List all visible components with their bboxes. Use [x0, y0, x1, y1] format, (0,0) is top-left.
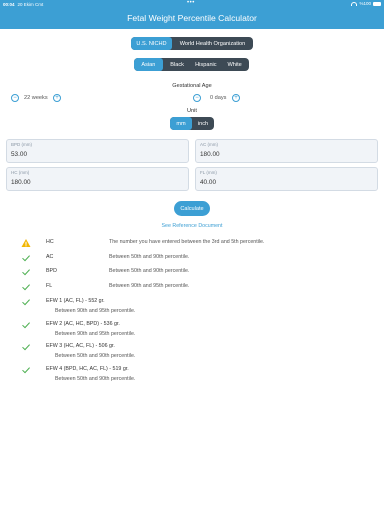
- fl-field[interactable]: FL (mm) 40.00: [195, 167, 378, 191]
- result-description: Between 50th and 90th percentile.: [109, 254, 190, 260]
- weeks-decrement-button[interactable]: −: [11, 94, 19, 102]
- unit-segmented-control: mm inch: [170, 117, 214, 130]
- status-time: 00:04: [3, 1, 15, 7]
- result-name: EFW 1 (AC, FL) - 552 gr.: [46, 298, 105, 304]
- status-bar: 00:04 20 Ekim Cmt ••• %100: [0, 0, 384, 8]
- weeks-increment-button[interactable]: +: [53, 94, 61, 102]
- result-name: FL: [46, 283, 53, 289]
- ac-field[interactable]: AC (mm) 180.00: [195, 139, 378, 163]
- result-description: Between 50th and 90th percentile.: [55, 353, 136, 359]
- gestational-age-label: Gestational Age: [172, 83, 212, 89]
- ethnicity-segmented-control: Asian Black Hispanic White: [134, 58, 249, 71]
- app-title: Fetal Weight Percentile Calculator: [0, 8, 384, 29]
- bpd-field[interactable]: BPD (mm) 53.00: [6, 139, 189, 163]
- result-description: The number you have entered between the …: [109, 239, 265, 245]
- unit-label: Unit: [187, 108, 197, 114]
- tab-black[interactable]: Black: [163, 58, 192, 71]
- source-segmented-control: U.S. NICHD World Health Organization: [131, 37, 253, 50]
- tab-mm[interactable]: mm: [170, 117, 192, 130]
- status-date: 20 Ekim Cmt: [17, 1, 44, 7]
- result-name: EFW 4 (BPD, HC, AC, FL) - 519 gr.: [46, 366, 129, 372]
- hc-field-label: HC (mm): [11, 170, 30, 175]
- weeks-value: 22 weeks: [24, 95, 48, 101]
- days-value: 0 days: [210, 95, 227, 101]
- battery-icon: [373, 1, 381, 6]
- ac-field-label: AC (mm): [200, 142, 218, 147]
- tab-us-nichd[interactable]: U.S. NICHD: [131, 37, 172, 50]
- result-description: Between 90th and 95th percentile.: [109, 283, 190, 289]
- result-name: HC: [46, 239, 54, 245]
- check-icon: [22, 299, 30, 306]
- fl-field-label: FL (mm): [200, 170, 217, 175]
- result-name: EFW 3 (HC, AC, FL) - 506 gr.: [46, 343, 115, 349]
- reference-document-link[interactable]: See Reference Document: [0, 223, 384, 229]
- hc-field[interactable]: HC (mm) 180.00: [6, 167, 189, 191]
- result-description: Between 50th and 90th percentile.: [55, 376, 136, 382]
- tab-hispanic[interactable]: Hispanic: [192, 58, 221, 71]
- bpd-field-label: BPD (mm): [11, 142, 32, 147]
- result-description: Between 90th and 95th percentile.: [55, 308, 136, 314]
- fl-field-value: 40.00: [200, 179, 216, 186]
- battery-percent: %100: [359, 1, 371, 6]
- result-name: AC: [46, 254, 54, 260]
- warning-icon: [21, 239, 31, 247]
- check-icon: [22, 367, 30, 374]
- multitasking-dots-icon: •••: [187, 0, 195, 6]
- check-icon: [22, 269, 30, 276]
- check-icon: [22, 322, 30, 329]
- days-decrement-button[interactable]: −: [193, 94, 201, 102]
- tab-who[interactable]: World Health Organization: [172, 37, 253, 50]
- bpd-field-value: 53.00: [11, 151, 27, 158]
- check-icon: [22, 284, 30, 291]
- calculate-button[interactable]: Calculate: [174, 201, 210, 216]
- result-name: EFW 2 (AC, HC, BPD) - 536 gr.: [46, 321, 120, 327]
- status-right: %100: [351, 1, 381, 6]
- wifi-icon: [351, 1, 358, 6]
- tab-inch[interactable]: inch: [192, 117, 214, 130]
- tab-white[interactable]: White: [220, 58, 249, 71]
- result-description: Between 90th and 95th percentile.: [55, 331, 136, 337]
- check-icon: [22, 344, 30, 351]
- days-increment-button[interactable]: +: [232, 94, 240, 102]
- check-icon: [22, 255, 30, 262]
- tab-asian[interactable]: Asian: [134, 58, 163, 71]
- result-description: Between 50th and 90th percentile.: [109, 268, 190, 274]
- result-name: BPD: [46, 268, 57, 274]
- hc-field-value: 180.00: [11, 179, 31, 186]
- ac-field-value: 180.00: [200, 151, 220, 158]
